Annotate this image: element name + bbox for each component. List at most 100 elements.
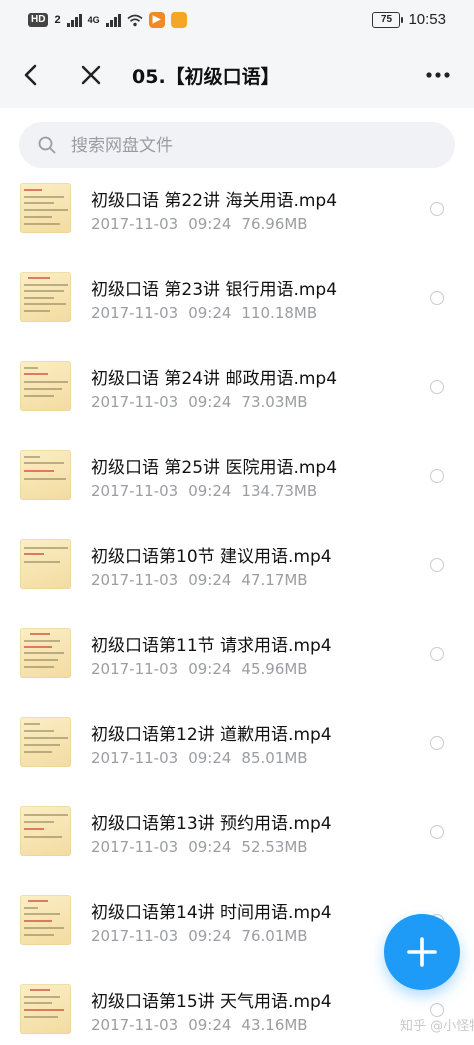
- file-size: 43.16MB: [241, 1016, 308, 1034]
- search-input[interactable]: [69, 122, 443, 170]
- file-row[interactable]: 初级口语 第23讲 银行用语.mp4 2017-11-03 09:24 110.18M…: [0, 264, 474, 353]
- back-arrow-icon: [24, 64, 37, 86]
- watermark: 知乎 @小怪物: [400, 1019, 474, 1034]
- video-thumbnail: [20, 984, 71, 1034]
- add-button[interactable]: [384, 914, 460, 990]
- file-list: 初级口语 第22讲 海关用语.mp4 2017-11-03 09:24 76.96MB…: [0, 175, 474, 1045]
- select-radio[interactable]: [430, 469, 444, 483]
- video-thumbnail: [20, 361, 71, 411]
- more-button[interactable]: [420, 60, 456, 90]
- file-date: 2017-11-03: [91, 749, 179, 767]
- signal-icon: [66, 13, 82, 27]
- file-date: 2017-11-03: [91, 927, 179, 945]
- select-radio[interactable]: [430, 736, 444, 750]
- file-row[interactable]: 初级口语 第25讲 医院用语.mp4 2017-11-03 09:24 134.73M…: [0, 442, 474, 531]
- search-icon: [38, 136, 56, 154]
- file-meta: 2017-11-03 09:24 47.17MB: [91, 571, 308, 589]
- file-meta: 2017-11-03 09:24 76.01MB: [91, 927, 308, 945]
- video-app-icon: ▶: [148, 12, 165, 28]
- file-name: 初级口语 第23讲 银行用语.mp4: [91, 280, 338, 300]
- file-size: 52.53MB: [241, 838, 308, 856]
- file-name: 初级口语第14讲 时间用语.mp4: [91, 903, 332, 923]
- signal-icon-2: [105, 13, 121, 27]
- video-thumbnail: [20, 895, 71, 945]
- select-radio[interactable]: [430, 647, 444, 661]
- file-date: 2017-11-03: [91, 1016, 179, 1034]
- file-time: 09:24: [188, 304, 232, 322]
- back-button[interactable]: [16, 60, 46, 90]
- file-name: 初级口语 第24讲 邮政用语.mp4: [91, 369, 338, 389]
- file-date: 2017-11-03: [91, 215, 179, 233]
- file-row[interactable]: 初级口语第11节 请求用语.mp4 2017-11-03 09:24 45.96MB: [0, 620, 474, 709]
- file-date: 2017-11-03: [91, 482, 179, 500]
- file-time: 09:24: [188, 482, 232, 500]
- video-thumbnail: [20, 717, 71, 767]
- file-name: 初级口语第13讲 预约用语.mp4: [91, 814, 332, 834]
- file-meta: 2017-11-03 09:24 76.96MB: [91, 215, 308, 233]
- battery-icon: 75: [372, 11, 404, 28]
- file-date: 2017-11-03: [91, 838, 179, 856]
- file-name: 初级口语第10节 建议用语.mp4: [91, 547, 332, 567]
- video-thumbnail: [20, 450, 71, 500]
- wifi-icon: [127, 14, 143, 26]
- select-radio[interactable]: [430, 825, 444, 839]
- file-meta: 2017-11-03 09:24 134.73MB: [91, 482, 317, 500]
- file-size: 85.01MB: [241, 749, 308, 767]
- screen: HD 2 4G ▶ 75 10:53 05.【初级口语】 初级口语: [0, 0, 474, 1045]
- file-date: 2017-11-03: [91, 660, 179, 678]
- video-thumbnail: [20, 628, 71, 678]
- file-meta: 2017-11-03 09:24 73.03MB: [91, 393, 308, 411]
- select-radio[interactable]: [430, 380, 444, 394]
- file-name: 初级口语 第25讲 医院用语.mp4: [91, 458, 338, 478]
- file-meta: 2017-11-03 09:24 43.16MB: [91, 1016, 308, 1034]
- status-bar: HD 2 4G ▶ 75 10:53: [0, 0, 474, 42]
- select-radio[interactable]: [430, 558, 444, 572]
- file-meta: 2017-11-03 09:24 52.53MB: [91, 838, 308, 856]
- file-row[interactable]: 初级口语第12讲 道歉用语.mp4 2017-11-03 09:24 85.01MB: [0, 709, 474, 798]
- sim-slot-label: 2: [54, 14, 61, 26]
- hd-badge: HD: [28, 13, 49, 27]
- page-title: 05.【初级口语】: [132, 66, 280, 88]
- file-size: 73.03MB: [241, 393, 308, 411]
- file-time: 09:24: [188, 927, 232, 945]
- clock: 10:53: [408, 11, 446, 28]
- select-radio[interactable]: [430, 202, 444, 216]
- file-row[interactable]: 初级口语第10节 建议用语.mp4 2017-11-03 09:24 47.17MB: [0, 531, 474, 620]
- status-left-icons: HD 2 4G ▶: [28, 12, 187, 28]
- file-date: 2017-11-03: [91, 304, 179, 322]
- file-row[interactable]: 初级口语 第22讲 海关用语.mp4 2017-11-03 09:24 76.96MB: [0, 175, 474, 264]
- select-radio[interactable]: [430, 291, 444, 305]
- file-meta: 2017-11-03 09:24 110.18MB: [91, 304, 317, 322]
- file-size: 76.01MB: [241, 927, 308, 945]
- video-thumbnail: [20, 806, 71, 856]
- notification-app-icon: [170, 12, 187, 28]
- app-header: 05.【初级口语】: [0, 42, 474, 108]
- search-bar[interactable]: [19, 122, 455, 170]
- file-time: 09:24: [188, 393, 232, 411]
- file-time: 09:24: [188, 215, 232, 233]
- file-time: 09:24: [188, 838, 232, 856]
- network-type-label: 4G: [87, 15, 100, 25]
- file-size: 45.96MB: [241, 660, 308, 678]
- file-row[interactable]: 初级口语第15讲 天气用语.mp4 2017-11-03 09:24 43.16MB: [0, 976, 474, 1045]
- file-name: 初级口语第15讲 天气用语.mp4: [91, 992, 332, 1012]
- close-button[interactable]: [76, 60, 106, 90]
- file-time: 09:24: [188, 749, 232, 767]
- file-size: 110.18MB: [241, 304, 318, 322]
- file-date: 2017-11-03: [91, 571, 179, 589]
- status-right: 75 10:53: [372, 11, 446, 28]
- plus-icon: [407, 937, 437, 967]
- close-icon: [81, 65, 101, 85]
- more-dots-icon: [426, 72, 450, 78]
- file-meta: 2017-11-03 09:24 45.96MB: [91, 660, 308, 678]
- video-thumbnail: [20, 183, 71, 233]
- file-row[interactable]: 初级口语 第24讲 邮政用语.mp4 2017-11-03 09:24 73.03MB: [0, 353, 474, 442]
- file-time: 09:24: [188, 1016, 232, 1034]
- file-meta: 2017-11-03 09:24 85.01MB: [91, 749, 308, 767]
- video-thumbnail: [20, 539, 71, 589]
- file-time: 09:24: [188, 571, 232, 589]
- file-time: 09:24: [188, 660, 232, 678]
- video-thumbnail: [20, 272, 71, 322]
- file-name: 初级口语第12讲 道歉用语.mp4: [91, 725, 332, 745]
- file-row[interactable]: 初级口语第13讲 预约用语.mp4 2017-11-03 09:24 52.53MB: [0, 798, 474, 887]
